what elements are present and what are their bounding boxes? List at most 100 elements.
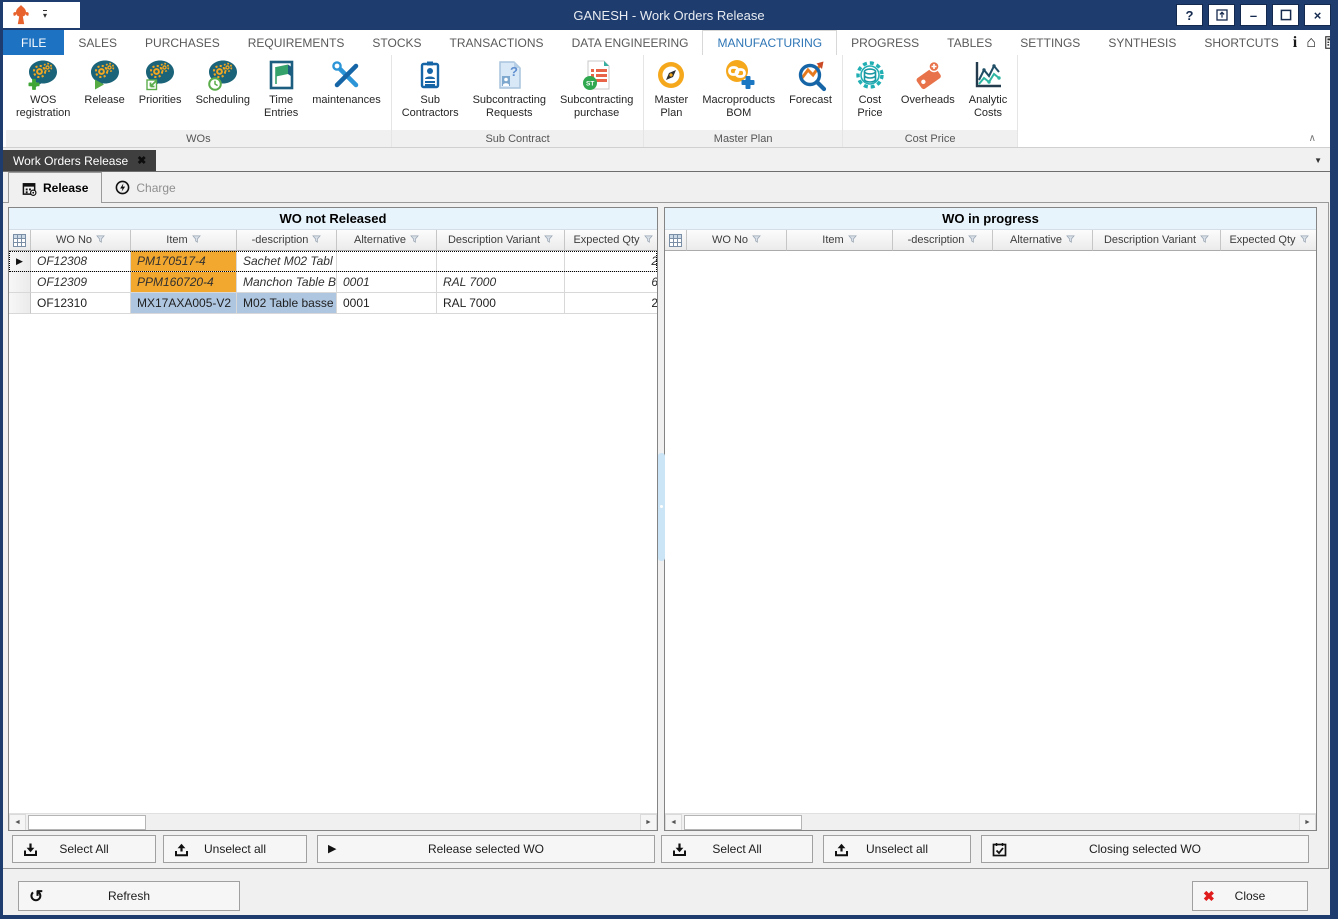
filter-icon[interactable] [312, 234, 321, 247]
column-header-description-variant[interactable]: Description Variant [437, 230, 565, 251]
ribbon-tab-progress[interactable]: PROGRESS [837, 30, 933, 55]
ribbon-item-overheads[interactable]: Overheads [894, 57, 962, 108]
unselect-all-button[interactable]: Unselect all [163, 835, 307, 863]
collapse-ribbon-icon[interactable]: ∧ [1309, 134, 1316, 144]
column-header-expected-qty[interactable]: Expected Qty [1221, 230, 1316, 251]
document-tab[interactable]: Work Orders Release ✖ [3, 150, 156, 171]
column-header-wo-no[interactable]: WO No [31, 230, 131, 251]
filter-icon[interactable] [848, 234, 857, 247]
ribbon-item-priorities[interactable]: Priorities [132, 57, 189, 108]
ribbon-item-analytic-costs[interactable]: Analytic Costs [962, 57, 1015, 120]
column-header-wo-no[interactable]: WO No [687, 230, 787, 251]
ribbon-item-master-plan[interactable]: Master Plan [647, 57, 695, 120]
view-tab-release[interactable]: Release [8, 172, 102, 203]
grid-body[interactable] [665, 251, 1316, 813]
scrollbar-thumb[interactable] [28, 815, 146, 830]
ribbon-item-subcontracting-requests[interactable]: ?Subcontracting Requests [466, 57, 553, 120]
filter-icon[interactable] [544, 234, 553, 247]
ribbon-item-scheduling[interactable]: Scheduling [189, 57, 257, 108]
filter-icon[interactable] [96, 234, 105, 247]
column-header-alternative[interactable]: Alternative [993, 230, 1093, 251]
column-header-alternative[interactable]: Alternative [337, 230, 437, 251]
ribbon-tab-settings[interactable]: SETTINGS [1006, 30, 1094, 55]
table-row[interactable]: OF12309PPM160720-4Manchon Table B0001RAL… [9, 272, 657, 293]
closing-selected-wo-button[interactable]: Closing selected WO [981, 835, 1309, 863]
ribbon-tab-sales[interactable]: SALES [64, 30, 131, 55]
row-header[interactable] [9, 272, 31, 293]
ribbon-tab-stocks[interactable]: STOCKS [358, 30, 435, 55]
popout-button[interactable] [1208, 4, 1235, 26]
ribbon-item-macroproducts-bom[interactable]: Macroproducts BOM [695, 57, 782, 120]
table-row[interactable]: ▶OF12308PM170517-4Sachet M02 Tabl2 [9, 251, 657, 272]
column-header-label: Expected Qty [1229, 234, 1295, 246]
filter-icon[interactable] [644, 234, 653, 247]
help-button[interactable]: ? [1176, 4, 1203, 26]
ribbon-tab-purchases[interactable]: PURCHASES [131, 30, 234, 55]
filter-icon[interactable] [1300, 234, 1309, 247]
column-header-description[interactable]: -description [893, 230, 993, 251]
maximize-button[interactable] [1272, 4, 1299, 26]
horizontal-scrollbar[interactable]: ◄ ► [9, 813, 657, 830]
close-button[interactable]: ✖ Close [1192, 881, 1308, 911]
panel-splitter-handle[interactable] [658, 453, 665, 561]
ribbon-tab-shortcuts[interactable]: SHORTCUTS [1190, 30, 1292, 55]
ribbon-item-time-entries[interactable]: Time Entries [257, 57, 305, 120]
analytic-costs-icon [971, 58, 1005, 92]
horizontal-scrollbar[interactable]: ◄ ► [665, 813, 1316, 830]
ribbon-item-maintenances[interactable]: maintenances [305, 57, 388, 108]
column-header-item[interactable]: Item [787, 230, 893, 251]
ribbon-tab-manufacturing[interactable]: MANUFACTURING [702, 30, 837, 55]
grid-body[interactable]: ▶OF12308PM170517-4Sachet M02 Tabl2OF1230… [9, 251, 657, 813]
ribbon-group-label: Cost Price [843, 130, 1017, 147]
column-header-expected-qty[interactable]: Expected Qty [565, 230, 657, 251]
scroll-left-icon[interactable]: ◄ [9, 814, 26, 831]
minimize-button[interactable]: – [1240, 4, 1267, 26]
select-all-corner[interactable] [9, 230, 31, 251]
view-tab-charge[interactable]: Charge [102, 172, 188, 203]
filter-icon[interactable] [410, 234, 419, 247]
ribbon: WOS registrationReleasePrioritiesSchedul… [3, 55, 1330, 148]
cell-alternative: 0001 [337, 272, 437, 293]
ribbon-item-release[interactable]: Release [77, 57, 131, 108]
ribbon-item-cost-price[interactable]: Cost Price [846, 57, 894, 120]
ribbon-tab-data-engineering[interactable]: DATA ENGINEERING [558, 30, 703, 55]
filter-icon[interactable] [192, 234, 201, 247]
filter-icon[interactable] [1066, 234, 1075, 247]
ribbon-item-label: Time Entries [264, 94, 298, 119]
cell-description-variant: RAL 7000 [437, 272, 565, 293]
row-header[interactable] [9, 293, 31, 314]
ribbon-item-subcontracting-purchase[interactable]: STSubcontracting purchase [553, 57, 640, 120]
select-all-corner[interactable] [665, 230, 687, 251]
home-icon[interactable]: ⌂ [1306, 34, 1316, 52]
ribbon-tab-requirements[interactable]: REQUIREMENTS [234, 30, 359, 55]
ribbon-tab-transactions[interactable]: TRANSACTIONS [436, 30, 558, 55]
column-header-description-variant[interactable]: Description Variant [1093, 230, 1221, 251]
cell-expected-qty: 2 [565, 293, 657, 314]
ribbon-tab-file[interactable]: FILE [3, 30, 64, 55]
column-header-item[interactable]: Item [131, 230, 237, 251]
close-document-icon[interactable]: ✖ [137, 154, 146, 167]
document-list-dropdown-icon[interactable]: ▼ [1314, 156, 1330, 165]
unselect-all-button[interactable]: Unselect all [823, 835, 971, 863]
select-all-button[interactable]: Select All [12, 835, 156, 863]
ribbon-tab-synthesis[interactable]: SYNTHESIS [1094, 30, 1190, 55]
select-all-button[interactable]: Select All [661, 835, 813, 863]
table-row[interactable]: OF12310MX17AXA005-V2M02 Table basse0001R… [9, 293, 657, 314]
info-icon[interactable]: i [1293, 34, 1297, 52]
filter-icon[interactable] [752, 234, 761, 247]
scroll-left-icon[interactable]: ◄ [665, 814, 682, 831]
refresh-button[interactable]: ↺ Refresh [18, 881, 240, 911]
scrollbar-thumb[interactable] [684, 815, 802, 830]
close-button[interactable]: × [1304, 4, 1331, 26]
ribbon-item-sub-contractors[interactable]: Sub Contractors [395, 57, 466, 120]
row-header[interactable]: ▶ [9, 251, 31, 272]
scroll-right-icon[interactable]: ► [1299, 814, 1316, 831]
ribbon-item-wos-registration[interactable]: WOS registration [9, 57, 77, 120]
filter-icon[interactable] [968, 234, 977, 247]
ribbon-item-forecast[interactable]: Forecast [782, 57, 839, 108]
ribbon-tab-tables[interactable]: TABLES [933, 30, 1006, 55]
filter-icon[interactable] [1200, 234, 1209, 247]
scroll-right-icon[interactable]: ► [640, 814, 657, 831]
release-selected-wo-button[interactable]: ▶Release selected WO [317, 835, 655, 863]
column-header-description[interactable]: -description [237, 230, 337, 251]
